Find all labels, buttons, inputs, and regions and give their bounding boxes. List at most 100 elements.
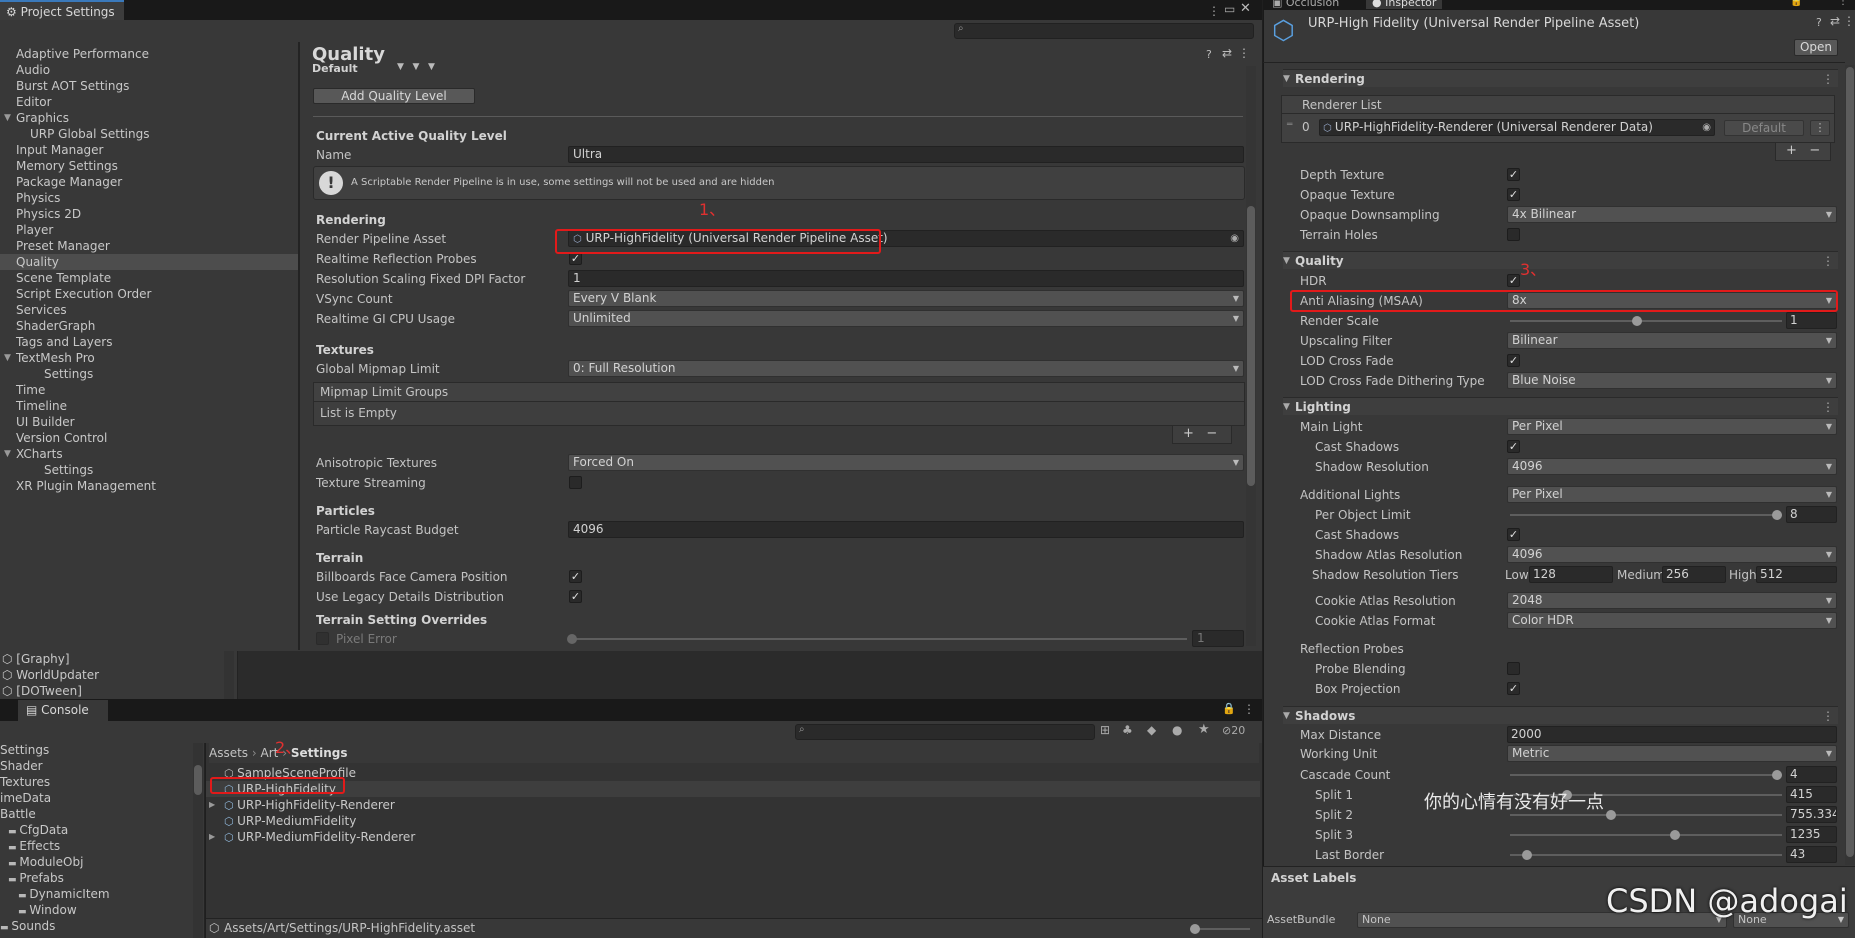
more-icon[interactable]: ⋮	[1238, 46, 1250, 60]
folder-item[interactable]: ▬ ModuleObj	[8, 854, 83, 870]
upscaling-filter-dropdown[interactable]: Bilinear ▼	[1507, 332, 1837, 349]
add-quality-level-button[interactable]: Add Quality Level	[313, 88, 475, 104]
split2-slider-handle[interactable]	[1606, 810, 1616, 820]
folder-item[interactable]: Shader	[0, 758, 43, 774]
folder-item[interactable]: Settings	[0, 742, 49, 758]
split3-field[interactable]: 1235	[1786, 826, 1837, 843]
expand-arrow-icon[interactable]: ▶	[209, 797, 215, 813]
inspector-scrollbar[interactable]	[1845, 65, 1855, 865]
type-filter-icon[interactable]: ♣	[1122, 723, 1133, 737]
streaming-checkbox[interactable]	[569, 476, 582, 489]
dpi-field[interactable]: 1	[568, 270, 1244, 287]
folder-item[interactable]: imeData	[0, 790, 51, 806]
folder-item[interactable]: ▬ Effects	[8, 838, 60, 854]
folder-item[interactable]: ▬ Prefabs	[8, 870, 64, 886]
split3-slider-handle[interactable]	[1670, 830, 1680, 840]
inspector-scrollbar-thumb[interactable]	[1846, 67, 1854, 857]
foldout-arrow-icon[interactable]: ▼	[4, 350, 11, 366]
tree-scrollbar-thumb[interactable]	[194, 765, 202, 795]
working-unit-dropdown[interactable]: Metric ▼	[1507, 745, 1837, 762]
folder-item[interactable]: ▬ DynamicItem	[18, 886, 110, 902]
last-border-slider-handle[interactable]	[1522, 850, 1532, 860]
plus-icon[interactable]: +	[1183, 426, 1194, 441]
file-row[interactable]: ▶ ⬡ URP-MediumFidelity-Renderer	[206, 829, 1260, 845]
nav-item[interactable]: Timeline	[16, 398, 67, 414]
shadow-atlas-dropdown[interactable]: 4096 ▼	[1507, 546, 1837, 563]
nav-item[interactable]: Player	[16, 222, 53, 238]
renderer-field[interactable]: ⬡ URP-HighFidelity-Renderer (Universal R…	[1319, 119, 1715, 136]
folder-item[interactable]: ▬ CfgData	[8, 822, 68, 838]
renderer-more-icon[interactable]: ⋮	[1810, 120, 1830, 136]
lighting-section-header[interactable]: ▼ Lighting ⋮	[1283, 397, 1838, 415]
render-scale-field[interactable]: 1	[1786, 312, 1837, 329]
nav-item[interactable]: Settings	[44, 462, 93, 478]
render-scale-slider[interactable]	[1510, 320, 1782, 322]
window-menu-icon[interactable]: ⋮	[1208, 4, 1220, 18]
tab-console[interactable]: ▤ Console	[18, 700, 108, 721]
lock-icon[interactable]: 🔒	[1222, 702, 1236, 715]
tier-medium-field[interactable]: 256	[1662, 566, 1726, 583]
folder-item[interactable]: Battle	[0, 806, 36, 822]
nav-item[interactable]: ShaderGraph	[16, 318, 95, 334]
main-light-dropdown[interactable]: Per Pixel ▼	[1507, 418, 1837, 435]
scene-view[interactable]	[238, 651, 1262, 699]
nav-item[interactable]: ▼ TextMesh Pro	[4, 350, 95, 366]
render-scale-slider-handle[interactable]	[1632, 316, 1642, 326]
pixel-error-slider[interactable]	[572, 638, 1187, 640]
aniso-dropdown[interactable]: Forced On ▼	[568, 454, 1244, 471]
max-distance-field[interactable]: 2000	[1507, 726, 1837, 743]
info-icon[interactable]: ●	[1172, 723, 1182, 737]
hdr-checkbox[interactable]: ✓	[1507, 274, 1520, 287]
folder-item[interactable]: Textures	[0, 774, 50, 790]
scrollbar-thumb[interactable]	[1247, 206, 1255, 486]
nav-item[interactable]: Memory Settings	[16, 158, 118, 174]
nav-item[interactable]: URP Global Settings	[30, 126, 149, 142]
help-icon[interactable]: ?	[1816, 16, 1822, 29]
last-border-field[interactable]: 43	[1786, 846, 1837, 863]
tier-high-field[interactable]: 512	[1756, 566, 1837, 583]
foldout-arrow-icon[interactable]: ▼	[4, 110, 11, 126]
opaque-downsampling-dropdown[interactable]: 4x Bilinear ▼	[1507, 206, 1837, 223]
split1-field[interactable]: 415	[1786, 786, 1837, 803]
default-dropdown-arrow[interactable]: ▼ ▼ ▼	[397, 62, 435, 72]
file-row[interactable]: ⬡ SampleSceneProfile	[206, 765, 1260, 781]
star-icon[interactable]: ★	[1198, 722, 1210, 737]
last-border-slider[interactable]	[1510, 854, 1782, 856]
nav-item[interactable]: Package Manager	[16, 174, 122, 190]
minus-icon[interactable]: −	[1809, 143, 1820, 158]
cast-shadows-checkbox[interactable]: ✓	[1507, 440, 1520, 453]
legacy-checkbox[interactable]: ✓	[569, 590, 582, 603]
tier-low-field[interactable]: 128	[1529, 566, 1613, 583]
nav-item[interactable]: ▼ XCharts	[4, 446, 63, 462]
hierarchy-item[interactable]: ⬡ [DOTween]	[2, 683, 82, 699]
lock-icon[interactable]: 🔒	[1790, 0, 1802, 7]
additional-lights-dropdown[interactable]: Per Pixel ▼	[1507, 486, 1837, 503]
nav-item[interactable]: Quality	[0, 254, 298, 270]
maximize-icon[interactable]: ▭	[1224, 2, 1235, 16]
settings-icon[interactable]: ⇄	[1830, 14, 1840, 28]
object-picker-icon[interactable]: ◉	[1702, 120, 1711, 135]
more-icon[interactable]: ⋮	[1822, 70, 1834, 88]
nav-item[interactable]: Adaptive Performance	[16, 46, 149, 62]
pixel-error-field[interactable]: 1	[1192, 630, 1244, 647]
more-icon[interactable]: ⋮	[1822, 252, 1834, 270]
open-button[interactable]: Open	[1794, 39, 1838, 56]
box-projection-checkbox[interactable]: ✓	[1507, 682, 1520, 695]
label-filter-icon[interactable]: ◆	[1147, 723, 1156, 737]
hierarchy-scrollbar[interactable]	[224, 651, 234, 699]
name-field[interactable]: Ultra	[568, 146, 1244, 163]
per-object-limit-slider[interactable]	[1510, 514, 1782, 516]
split2-field[interactable]: 755.334	[1786, 806, 1837, 823]
more-icon[interactable]: ⋮	[1843, 14, 1855, 28]
file-row[interactable]: ⬡ URP-MediumFidelity	[206, 813, 1260, 829]
project-search-input[interactable]: ⌕	[795, 724, 1095, 740]
cascade-count-slider[interactable]	[1510, 774, 1782, 776]
mipmap-dropdown[interactable]: 0: Full Resolution ▼	[568, 360, 1244, 377]
cascade-count-slider-handle[interactable]	[1772, 770, 1782, 780]
foldout-arrow-icon[interactable]: ▼	[4, 446, 11, 462]
folder-item[interactable]: ▬ Window	[18, 902, 77, 918]
nav-item[interactable]: Scene Template	[16, 270, 111, 286]
probe-blending-checkbox[interactable]	[1507, 662, 1520, 675]
plus-icon[interactable]: +	[1786, 143, 1797, 158]
nav-item[interactable]: Physics	[16, 190, 60, 206]
